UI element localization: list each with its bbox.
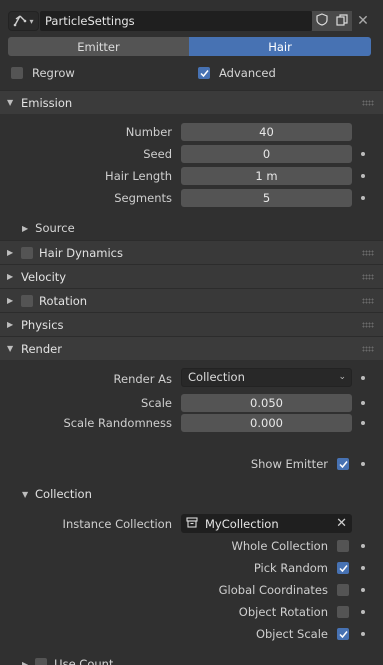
chevron-right-icon: ▶ — [7, 320, 14, 329]
number-label: Number — [125, 125, 172, 139]
advanced-option[interactable]: Advanced — [198, 66, 276, 80]
segments-label: Segments — [114, 191, 172, 205]
global-coordinates-label: Global Coordinates — [218, 583, 328, 597]
drag-handle-icon[interactable] — [362, 322, 374, 328]
chevron-right-icon: ▶ — [7, 296, 14, 305]
scale-label: Scale — [141, 396, 172, 410]
object-scale-checkbox[interactable] — [337, 628, 349, 640]
panel-rotation-title: Rotation — [39, 293, 88, 308]
seed-label: Seed — [143, 147, 172, 161]
seed-field[interactable]: 0 — [181, 145, 352, 163]
use-count-checkbox[interactable] — [35, 658, 48, 665]
number-field[interactable]: 40 — [181, 123, 352, 141]
render-as-dropdown[interactable]: Collection ⌄ — [181, 368, 352, 387]
drag-handle-icon[interactable] — [362, 274, 374, 280]
object-rotation-checkbox[interactable] — [337, 606, 349, 618]
particle-type-button[interactable]: ▾ — [8, 11, 39, 31]
animate-property-dot[interactable] — [361, 421, 365, 425]
advanced-label: Advanced — [219, 66, 276, 80]
whole-collection-label: Whole Collection — [231, 539, 328, 553]
panel-hair-dynamics-title: Hair Dynamics — [39, 245, 123, 260]
instance-collection-value: MyCollection — [205, 516, 279, 531]
subpanel-source[interactable]: ▶ Source — [22, 221, 75, 235]
duplicate-button[interactable] — [332, 11, 352, 31]
animate-property-dot[interactable] — [361, 588, 365, 592]
animate-property-dot[interactable] — [361, 196, 365, 200]
hair-dynamics-checkbox[interactable] — [21, 246, 33, 259]
global-coordinates-checkbox[interactable] — [337, 584, 349, 596]
close-icon[interactable]: ✕ — [336, 516, 347, 531]
drag-handle-icon[interactable] — [362, 298, 374, 304]
panel-emission-title: Emission — [21, 95, 73, 110]
close-icon: ✕ — [357, 13, 369, 29]
scale-field[interactable]: 0.050 — [181, 394, 352, 412]
segments-field[interactable]: 5 — [181, 189, 352, 207]
panel-rotation[interactable]: ▶ Rotation — [0, 288, 383, 312]
datablock-name-field[interactable]: ParticleSettings — [40, 11, 312, 31]
shield-icon — [316, 13, 328, 29]
animate-property-dot[interactable] — [361, 566, 365, 570]
drag-handle-icon[interactable] — [362, 250, 374, 256]
regrow-label: Regrow — [32, 66, 75, 80]
chevron-down-icon: ▾ — [29, 16, 34, 26]
instance-collection-label: Instance Collection — [62, 517, 172, 531]
tab-hair[interactable]: Hair — [189, 37, 371, 56]
fake-user-button[interactable] — [312, 11, 332, 31]
tab-emitter[interactable]: Emitter — [8, 37, 189, 56]
animate-property-dot[interactable] — [361, 632, 365, 636]
chevron-right-icon: ▶ — [7, 272, 14, 281]
drag-handle-icon[interactable] — [362, 100, 374, 106]
hair-length-label: Hair Length — [105, 169, 172, 183]
chevron-right-icon: ▶ — [7, 248, 14, 257]
scale-randomness-field[interactable]: 0.000 — [181, 414, 352, 432]
regrow-option[interactable]: Regrow — [11, 66, 75, 80]
source-label: Source — [35, 221, 75, 235]
panel-physics[interactable]: ▶ Physics — [0, 312, 383, 336]
chevron-down-icon: ▼ — [22, 489, 29, 499]
render-as-label: Render As — [113, 372, 172, 386]
panel-emission[interactable]: ▼ Emission — [0, 90, 383, 114]
subpanel-collection-title: Collection — [35, 487, 92, 501]
render-as-value: Collection — [188, 370, 245, 384]
show-emitter-label: Show Emitter — [250, 457, 328, 471]
chevron-down-icon: ▼ — [7, 98, 14, 107]
scale-randomness-label: Scale Randomness — [63, 416, 172, 430]
whole-collection-checkbox[interactable] — [337, 540, 349, 552]
hair-length-field[interactable]: 1 m — [181, 167, 352, 185]
rotation-checkbox[interactable] — [21, 294, 33, 307]
copy-icon — [336, 13, 348, 29]
panel-render[interactable]: ▼ Render — [0, 336, 383, 360]
unlink-button[interactable]: ✕ — [353, 11, 373, 31]
panel-velocity[interactable]: ▶ Velocity — [0, 264, 383, 288]
drag-handle-icon[interactable] — [362, 346, 374, 352]
animate-property-dot[interactable] — [361, 401, 365, 405]
animate-property-dot[interactable] — [361, 152, 365, 156]
pick-random-checkbox[interactable] — [337, 562, 349, 574]
animate-property-dot[interactable] — [361, 462, 365, 466]
panel-hair-dynamics[interactable]: ▶ Hair Dynamics — [0, 240, 383, 264]
animate-property-dot[interactable] — [361, 376, 365, 380]
chevron-down-icon: ▼ — [7, 344, 14, 353]
use-count-subpanel[interactable]: ▶ Use Count — [22, 655, 113, 665]
panel-physics-title: Physics — [21, 317, 64, 332]
chevron-right-icon: ▶ — [22, 223, 29, 233]
chevron-down-icon: ⌄ — [338, 372, 346, 382]
object-scale-label: Object Scale — [255, 627, 328, 641]
subpanel-collection[interactable]: ▼ Collection — [0, 483, 383, 505]
particle-icon — [13, 13, 27, 30]
object-rotation-label: Object Rotation — [238, 605, 328, 619]
show-emitter-checkbox[interactable] — [337, 458, 349, 470]
animate-property-dot[interactable] — [361, 174, 365, 178]
use-count-label: Use Count — [54, 657, 114, 665]
pick-random-label: Pick Random — [253, 561, 328, 575]
collection-icon — [186, 516, 198, 531]
chevron-right-icon: ▶ — [22, 659, 29, 665]
instance-collection-field[interactable]: MyCollection ✕ — [181, 514, 352, 533]
panel-velocity-title: Velocity — [21, 269, 67, 284]
advanced-checkbox[interactable] — [198, 67, 210, 79]
panel-render-title: Render — [21, 341, 62, 356]
animate-property-dot[interactable] — [361, 544, 365, 548]
animate-property-dot[interactable] — [361, 610, 365, 614]
regrow-checkbox[interactable] — [11, 67, 23, 79]
